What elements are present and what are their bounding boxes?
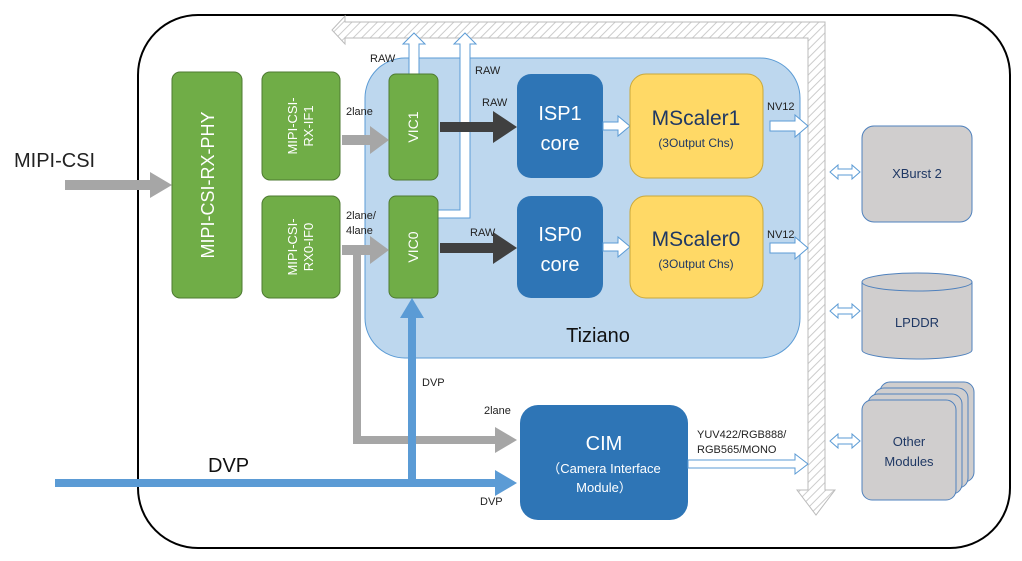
- isp1-label: core: [541, 133, 580, 155]
- if0-label: RX0-IF0: [301, 223, 316, 271]
- 2lane-label: 2lane: [484, 405, 511, 417]
- raw-label: RAW: [482, 97, 508, 109]
- mipi-csi-label: MIPI-CSI: [14, 150, 95, 172]
- mscaler0-sub: (3Output Chs): [658, 257, 733, 271]
- mscaler1-label: MScaler1: [652, 107, 741, 130]
- isp0-label: ISP0: [538, 224, 581, 246]
- other-modules-label: Modules: [884, 454, 934, 469]
- phy-label: MIPI-CSI-RX-PHY: [198, 111, 218, 258]
- other-modules-label: Other: [893, 434, 926, 449]
- nv12-label: NV12: [767, 101, 795, 113]
- cim-sub: （Camera Interface: [547, 461, 660, 476]
- dvp-label: DVP: [480, 496, 503, 508]
- cim-label: CIM: [586, 433, 623, 455]
- raw-label: RAW: [370, 53, 396, 65]
- if1-label: MIPI-CSI-: [285, 97, 300, 154]
- lane-label: 4lane: [346, 225, 373, 237]
- cim-sub: Module）: [576, 480, 632, 495]
- isp1-label: ISP1: [538, 103, 581, 125]
- isp0-label: core: [541, 254, 580, 276]
- if1-label: RX-IF1: [301, 105, 316, 146]
- mscaler1-sub: (3Output Chs): [658, 136, 733, 150]
- lpddr-label: LPDDR: [895, 315, 939, 330]
- if0-label: MIPI-CSI-: [285, 218, 300, 275]
- nv12-label: NV12: [767, 229, 795, 241]
- vic1-label: VIC1: [405, 111, 421, 142]
- cim-out-label: YUV422/RGB888/: [697, 429, 787, 441]
- isp1-core: [517, 74, 603, 178]
- dvp-label: DVP: [422, 377, 445, 389]
- mscaler0-label: MScaler0: [652, 228, 741, 251]
- vic0-label: VIC0: [405, 231, 421, 262]
- raw-label: RAW: [475, 65, 501, 77]
- dvp-input-label: DVP: [208, 455, 249, 477]
- xburst-label: XBurst 2: [892, 166, 942, 181]
- isp0-core: [517, 196, 603, 298]
- camera-block-diagram: MIPI-CSI MIPI-CSI-RX-PHY MIPI-CSI- RX-IF1…: [14, 14, 1011, 549]
- 2lane-label: 2lane: [346, 106, 373, 118]
- cim-out-label: RGB565/MONO: [697, 444, 777, 456]
- mipi-arrow: [65, 172, 172, 198]
- lane-label: 2lane/: [346, 210, 377, 222]
- raw-label: RAW: [470, 227, 496, 239]
- tiziano-label: Tiziano: [566, 325, 630, 347]
